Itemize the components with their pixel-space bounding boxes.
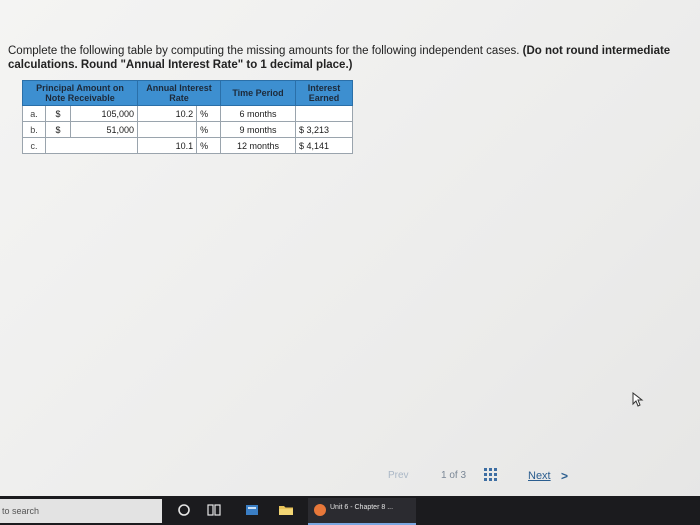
time-value: 6 months: [220, 105, 296, 122]
percent-sign: %: [196, 121, 221, 138]
problem-table: Principal Amount on Note Receivable Annu…: [22, 80, 353, 154]
chevron-right-icon[interactable]: >: [561, 469, 568, 483]
dollar-sign: $: [45, 121, 71, 138]
interest-value: $ 3,213: [295, 121, 353, 138]
row-label: b.: [22, 121, 46, 138]
header-interest: Interest Earned: [295, 80, 353, 106]
circle-icon[interactable]: [176, 502, 192, 518]
principal-input-c[interactable]: [45, 137, 138, 154]
header-rate: Annual Interest Rate: [137, 80, 221, 106]
rate-value: 10.2: [136, 105, 198, 122]
taskbar-active-app[interactable]: Unit 6 - Chapter 8 ...: [308, 498, 416, 525]
app-icon[interactable]: [244, 502, 260, 518]
mouse-cursor-icon: [632, 392, 644, 407]
instructions-text: Complete the following table by computin…: [8, 44, 698, 72]
row-label: a.: [22, 105, 46, 122]
interest-value: $ 4,141: [295, 137, 353, 154]
percent-sign: %: [196, 105, 221, 122]
browser-icon: [314, 504, 326, 516]
instructions-plain: Complete the following table by computin…: [8, 45, 523, 57]
table-row: b. $ 51,000 % 9 months $ 3,213: [22, 121, 353, 138]
page-indicator: 1 of 3: [441, 470, 467, 481]
task-view-icon[interactable]: [206, 502, 222, 518]
time-value: 9 months: [220, 121, 296, 138]
taskbar-search-input[interactable]: to search: [0, 499, 162, 523]
table-row: c. 10.1 % 12 months $ 4,141: [22, 137, 353, 154]
rate-input-b[interactable]: [136, 121, 198, 138]
dollar-sign: $: [45, 105, 71, 122]
header-principal: Principal Amount on Note Receivable: [22, 80, 138, 106]
header-time: Time Period: [220, 80, 296, 106]
row-label: c.: [22, 137, 46, 154]
rate-value: 10.1: [136, 137, 198, 154]
table-header-row: Principal Amount on Note Receivable Annu…: [22, 80, 353, 106]
grid-icon[interactable]: [484, 468, 498, 482]
interest-input-a[interactable]: [295, 105, 353, 122]
taskbar: to search Unit 6 - Chapter 8 ...: [0, 496, 700, 525]
principal-value: 51,000: [70, 121, 138, 138]
time-value: 12 months: [220, 137, 296, 154]
table-row: a. $ 105,000 10.2 % 6 months: [22, 105, 353, 122]
active-app-label: Unit 6 - Chapter 8 ...: [330, 504, 394, 511]
principal-value: 105,000: [70, 105, 138, 122]
folder-icon[interactable]: [278, 502, 294, 518]
next-button[interactable]: Next: [528, 470, 551, 482]
percent-sign: %: [196, 137, 221, 154]
prev-button[interactable]: Prev: [388, 470, 409, 481]
